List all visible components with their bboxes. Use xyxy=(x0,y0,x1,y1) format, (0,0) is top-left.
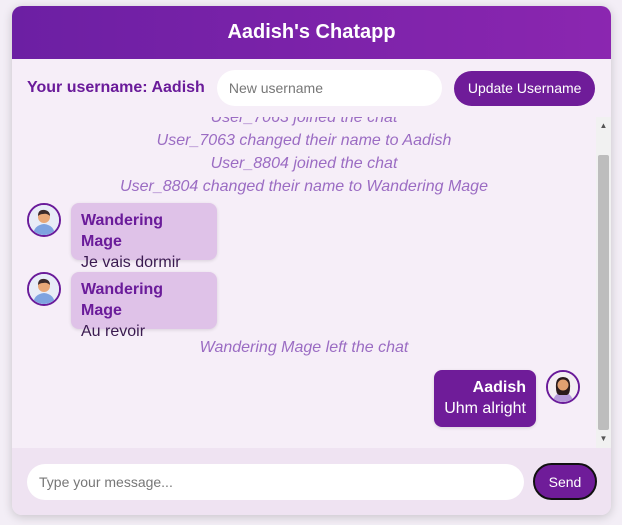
send-button[interactable]: Send xyxy=(533,463,597,500)
chat-message: Wandering Mage Au revoir xyxy=(71,272,217,340)
male-user-avatar-icon xyxy=(27,272,61,306)
message-sender: Aadish xyxy=(472,379,526,396)
system-message: Wandering Mage left the chat xyxy=(199,339,409,356)
scroll-up-arrow-icon[interactable]: ▲ xyxy=(596,119,611,133)
system-message: User_8804 joined the chat xyxy=(210,155,398,172)
app-title: Aadish's Chatapp xyxy=(227,21,396,43)
message-text: Je vais dormir xyxy=(81,254,181,271)
message-scrollbar[interactable]: ▲ ▼ xyxy=(596,117,611,448)
username-bar: Your username: Aadish Update Username xyxy=(12,59,611,117)
app-header: Aadish's Chatapp xyxy=(12,6,611,59)
chat-app: Aadish's Chatapp Your username: Aadish U… xyxy=(12,6,611,515)
chat-message: Wandering Mage Je vais dormir xyxy=(71,203,217,271)
chat-message-own: Aadish Uhm alright xyxy=(434,370,536,427)
message-sender: Wandering Mage xyxy=(81,212,164,250)
system-message: User_7063 changed their name to Aadish xyxy=(156,132,452,149)
message-sender: Wandering Mage xyxy=(81,281,164,319)
scroll-down-arrow-icon[interactable]: ▼ xyxy=(596,432,611,446)
message-text: Uhm alright xyxy=(444,400,526,417)
scrollbar-thumb[interactable] xyxy=(598,155,609,430)
male-user-avatar-icon xyxy=(27,203,61,237)
current-username-label: Your username: Aadish xyxy=(27,79,205,96)
message-input[interactable] xyxy=(27,463,524,500)
female-user-avatar-icon xyxy=(546,370,580,404)
update-username-button[interactable]: Update Username xyxy=(453,70,596,106)
system-message: User_8804 changed their name to Wanderin… xyxy=(120,178,488,195)
message-composer: Send xyxy=(12,448,611,515)
message-list[interactable]: User_7063 joined the chat User_7063 chan… xyxy=(12,117,596,448)
new-username-input[interactable] xyxy=(216,70,442,106)
system-message: User_7063 joined the chat xyxy=(210,117,398,126)
